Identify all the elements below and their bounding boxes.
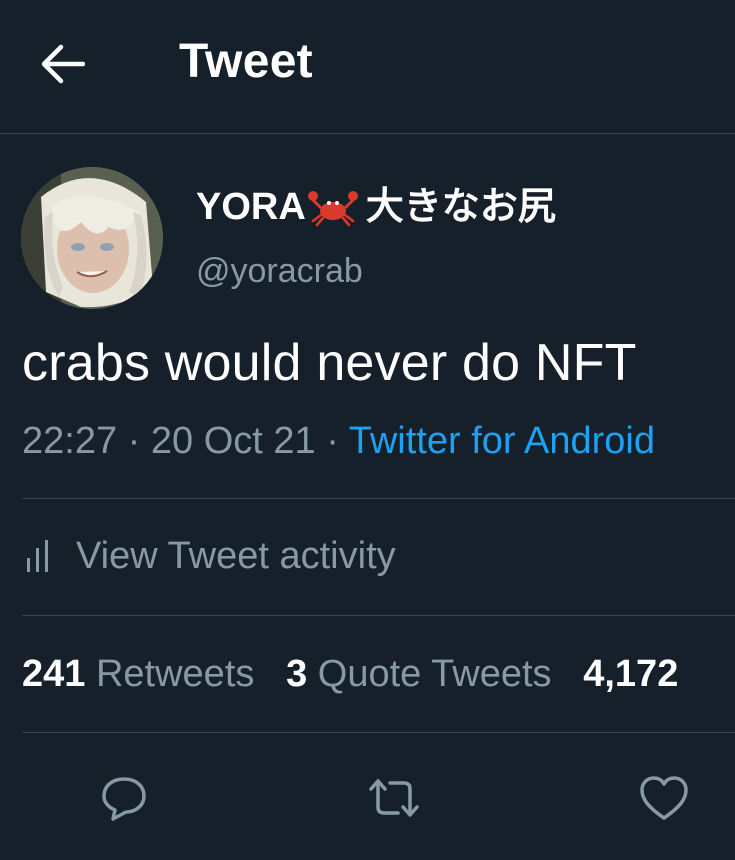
display-name-text: YORA <box>196 186 306 228</box>
user-handle[interactable]: @yoracrab <box>196 251 363 291</box>
retweet-icon <box>369 779 419 817</box>
avatar-image <box>21 167 163 309</box>
tweet-time[interactable]: 22:27 <box>22 420 117 462</box>
view-activity-label: View Tweet activity <box>76 535 396 577</box>
tweet-text: crabs would never do NFT <box>22 334 637 392</box>
quotes-count: 3 <box>286 653 308 695</box>
quotes-stat[interactable]: 3 Quote Tweets <box>286 653 551 695</box>
meta-separator: · <box>117 420 151 462</box>
quotes-label: Quote Tweets <box>317 653 552 695</box>
retweets-label: Retweets <box>95 653 255 695</box>
back-button[interactable] <box>34 40 90 88</box>
view-activity-button[interactable]: View Tweet activity <box>22 533 396 579</box>
top-bar: Tweet <box>0 0 735 134</box>
arrow-left-icon <box>41 44 85 84</box>
reply-icon <box>102 777 146 821</box>
divider <box>22 732 735 733</box>
likes-count: 4,172 <box>583 653 679 695</box>
retweets-stat[interactable]: 241 Retweets <box>22 653 254 695</box>
tweet-meta: 22:27 · 20 Oct 21 · Twitter for Android <box>22 418 655 464</box>
divider <box>22 498 735 499</box>
divider <box>22 615 735 616</box>
retweet-button[interactable] <box>366 770 422 826</box>
crab-icon <box>307 191 358 227</box>
likes-stat[interactable]: 4,172 <box>583 653 678 695</box>
reply-button[interactable] <box>96 770 152 826</box>
tweet-stats: 241 Retweets 3 Quote Tweets 4,172 <box>22 651 678 697</box>
display-name-suffix: 大きなお尻 <box>365 186 556 228</box>
like-button[interactable] <box>636 770 692 826</box>
tweet-date[interactable]: 20 Oct 21 <box>151 420 316 462</box>
meta-separator: · <box>315 420 349 462</box>
page-title: Tweet <box>179 35 313 88</box>
retweets-count: 241 <box>22 653 86 695</box>
display-name[interactable]: YORA 大きなお尻 <box>196 184 556 230</box>
bar-chart-icon <box>27 540 48 572</box>
like-icon <box>640 776 688 820</box>
avatar[interactable] <box>21 167 163 309</box>
tweet-source-link[interactable]: Twitter for Android <box>349 420 655 462</box>
